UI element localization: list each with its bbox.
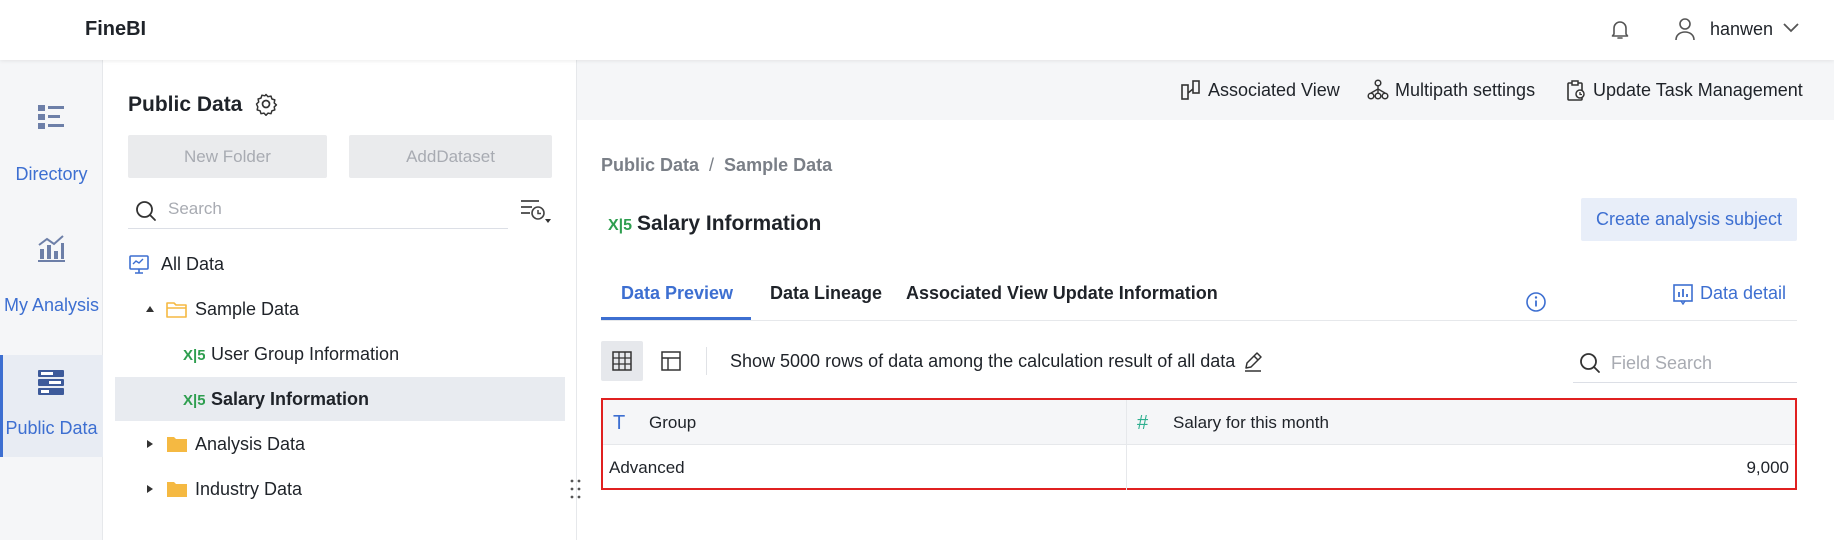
tree-item-salary-information[interactable]: X|5 Salary Information	[115, 377, 565, 421]
associated-view-icon	[1181, 80, 1200, 100]
nav-label: My Analysis	[3, 295, 100, 315]
tree-item-sample-data[interactable]: Sample Data	[115, 287, 565, 331]
excel-icon: X|5	[183, 347, 205, 363]
chevron-down-icon[interactable]	[1782, 21, 1800, 35]
create-analysis-subject-button[interactable]: Create analysis subject	[1581, 198, 1797, 241]
caret-down-icon[interactable]	[144, 303, 156, 315]
breadcrumb-separator: /	[709, 155, 715, 175]
excel-icon: X|5	[608, 217, 632, 234]
breadcrumb: Public Data / Sample Data	[601, 155, 832, 176]
data-detail-label: Data detail	[1700, 283, 1787, 303]
directory-icon	[38, 105, 64, 129]
filter-time-icon[interactable]	[516, 196, 554, 226]
tree-item-label: Sample Data	[195, 299, 300, 319]
column-header-label: Salary for this month	[1173, 413, 1329, 432]
svg-text:X|5: X|5	[183, 347, 205, 363]
new-folder-button[interactable]: New Folder	[128, 135, 327, 178]
resize-handle-icon[interactable]	[568, 478, 584, 500]
cell-value: 9,000	[1746, 458, 1789, 477]
user-icon[interactable]	[1673, 16, 1697, 42]
caret-right-icon[interactable]	[144, 438, 156, 450]
username[interactable]: hanwen	[1710, 19, 1773, 40]
bell-icon[interactable]	[1608, 17, 1632, 41]
nav-label: Directory	[15, 164, 88, 184]
field-search	[1573, 343, 1797, 383]
search-input[interactable]	[168, 195, 498, 223]
left-nav: Directory My Analysis Public Data	[0, 60, 103, 540]
multipath-icon	[1367, 79, 1389, 100]
table-layout-button[interactable]	[650, 341, 692, 381]
info-icon[interactable]	[1525, 291, 1547, 313]
add-dataset-button[interactable]: AddDataset	[349, 135, 552, 178]
monitor-icon	[129, 255, 149, 274]
clipboard-icon	[1567, 80, 1585, 101]
breadcrumb-item[interactable]: Public Data	[601, 155, 699, 175]
column-header-label: Group	[649, 413, 697, 432]
field-search-input[interactable]	[1611, 349, 1791, 377]
column-header-salary[interactable]: # Salary for this month	[1127, 400, 1795, 445]
table-layout-icon	[661, 351, 681, 371]
svg-text:X|5: X|5	[608, 217, 632, 234]
excel-icon: X|5	[183, 392, 205, 408]
multipath-label: Multipath settings	[1395, 80, 1536, 100]
sidebar-search	[128, 191, 508, 229]
tab-associated-view-update-information[interactable]: Associated View Update Information	[906, 283, 1546, 312]
cell-value: Advanced	[609, 458, 685, 477]
folder-open-icon	[166, 302, 187, 318]
tree-item-analysis-data[interactable]: Analysis Data	[115, 422, 565, 466]
number-type-icon: #	[1137, 412, 1149, 434]
data-sidebar: Public Data New Folder AddDataset All Da…	[103, 60, 577, 540]
nav-item-public-data[interactable]: Public Data	[0, 355, 103, 457]
tab-data-preview[interactable]: Data Preview	[621, 283, 733, 304]
analysis-chart-icon	[38, 235, 65, 262]
dataset-toolbar: Associated View Multipath settings Updat…	[577, 60, 1834, 120]
database-icon	[38, 370, 64, 395]
table-cell[interactable]: 9,000	[1127, 446, 1795, 490]
dataset-title: Salary Information	[637, 212, 822, 235]
data-detail-icon	[1673, 284, 1693, 305]
active-tab-indicator	[601, 317, 751, 320]
associated-view-label: Associated View	[1208, 80, 1340, 100]
sidebar-title: Public Data	[128, 93, 243, 116]
tab-data-lineage[interactable]: Data Lineage	[770, 283, 882, 304]
tree-item-label: User Group Information	[211, 344, 400, 364]
search-icon	[1580, 353, 1600, 373]
tree-item-label: Industry Data	[195, 479, 303, 499]
tree-item-label: All Data	[161, 254, 225, 274]
grid-icon	[612, 351, 632, 371]
nav-item-my-analysis[interactable]: My Analysis	[0, 201, 103, 315]
tree-item-all-data[interactable]: All Data	[115, 242, 565, 286]
folder-icon	[167, 482, 187, 497]
nav-label: Public Data	[5, 418, 98, 438]
dataset-tabs: Data Preview Data Lineage Associated Vie…	[601, 273, 1797, 321]
grid-view-button[interactable]	[601, 341, 643, 381]
tree-item-user-group-information[interactable]: X|5 User Group Information	[115, 332, 565, 376]
app-logo[interactable]: FineBI	[85, 18, 146, 41]
data-preview-table: T Group # Salary for this month Advanced…	[601, 398, 1797, 490]
column-header-group[interactable]: T Group	[603, 400, 1126, 445]
svg-text:X|5: X|5	[183, 392, 205, 408]
tab-label: Associated View Update Information	[906, 283, 1218, 303]
nav-item-directory[interactable]: Directory	[0, 70, 103, 184]
folder-icon	[167, 437, 187, 452]
edit-icon[interactable]	[1242, 350, 1264, 372]
table-cell[interactable]: Advanced	[603, 446, 1126, 490]
divider	[706, 347, 707, 375]
search-icon	[136, 201, 156, 221]
tree-item-label: Analysis Data	[195, 434, 306, 454]
breadcrumb-item[interactable]: Sample Data	[724, 155, 832, 175]
tree-item-industry-data[interactable]: Industry Data	[115, 467, 565, 511]
rows-info-text: Show 5000 rows of data among the calcula…	[730, 351, 1236, 371]
tree-item-label: Salary Information	[211, 389, 370, 409]
gear-icon[interactable]	[254, 92, 278, 116]
top-bar: FineBI hanwen	[0, 0, 1834, 60]
caret-right-icon[interactable]	[144, 483, 156, 495]
text-type-icon: T	[613, 412, 626, 434]
update-task-label: Update Task Management	[1593, 80, 1803, 100]
